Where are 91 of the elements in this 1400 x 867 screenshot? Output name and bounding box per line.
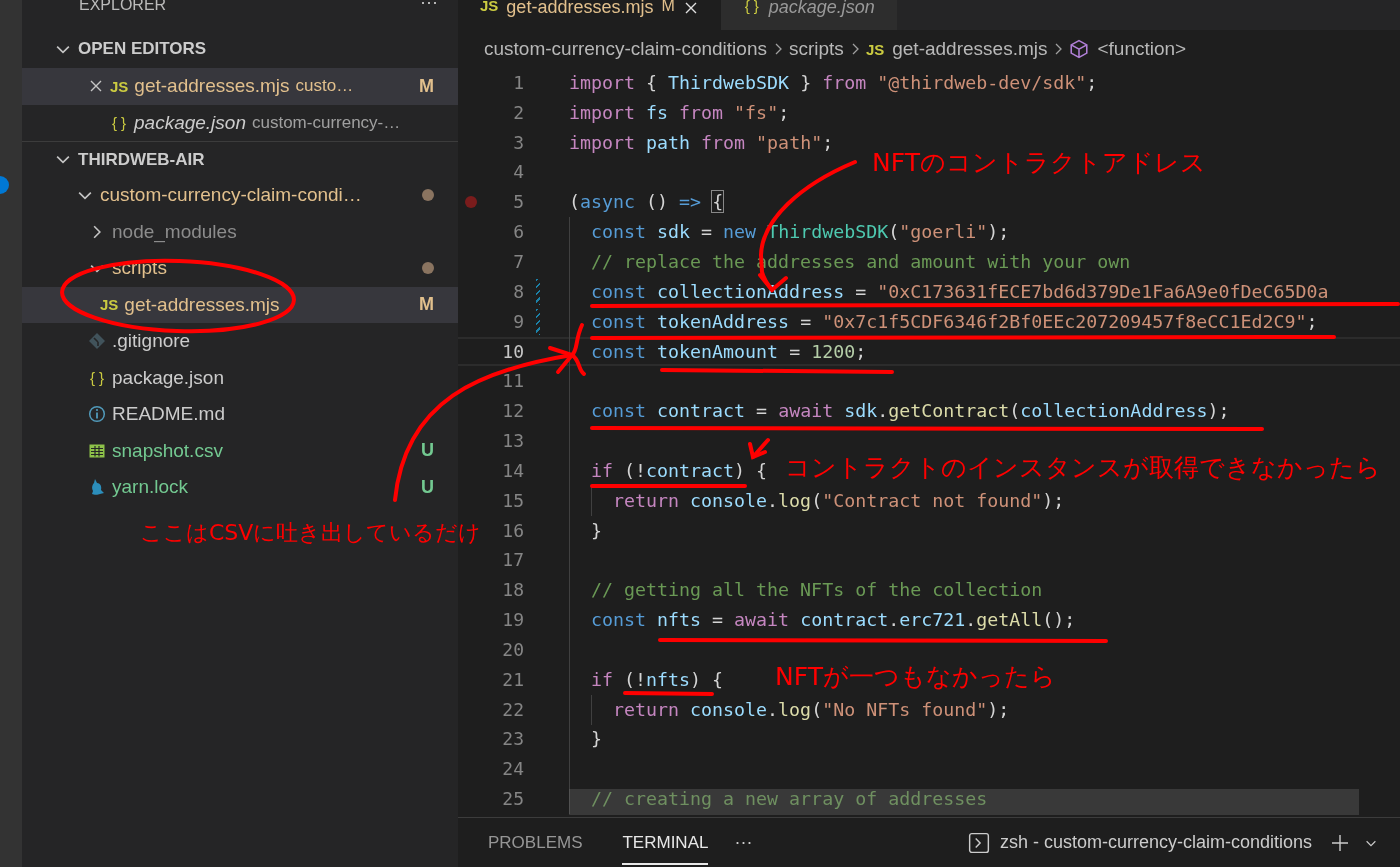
code-line: return console.log("Contract not found"); [613,488,1065,513]
git-status-label: U [421,440,434,462]
file-item[interactable]: snapshot.csv U [22,432,458,469]
breadcrumb-item[interactable]: <function> [1069,38,1187,60]
line-number: 3 [512,130,524,155]
annotation-note: コントラクトのインスタンスが取得できなかったら [785,453,1381,483]
panel-tab[interactable]: PROBLEMS [488,820,583,865]
line-number: 24 [501,757,524,782]
line-number: 12 [501,399,524,424]
line-number: 7 [512,250,524,274]
code-line: // getting all the NFTs of the collection [591,578,1043,603]
file-path: custom-currency-… [251,112,402,133]
line-number: 17 [501,548,524,573]
code-line: const nfts = await contract.erc721.getAll(); [591,608,1076,633]
code-line: return console.log("No NFTs found"); [613,697,1010,722]
file-item[interactable]: yarn.lock U [22,469,458,506]
folder-item[interactable]: custom-currency-claim-condi… [22,177,458,214]
line-number: 13 [501,429,524,454]
code-line: const contract = await sdk.getContract(collectionAddress); [591,399,1230,424]
git-status-label: M [661,0,675,15]
code-line: if (!contract) { [591,458,768,483]
line-number: 18 [501,578,524,603]
line-number: 10 [501,339,524,364]
file-type-icon: JS [480,0,499,14]
line-number: 4 [512,160,524,185]
line-number: 6 [512,220,524,245]
diamond-icon [88,332,106,351]
file-type-icon: { } [110,114,128,132]
git-status-label: U [421,476,434,498]
code-line: const tokenAmount = 1200; [591,339,867,364]
breadcrumb-item[interactable]: scripts [788,38,844,60]
code-line: if (!nfts) { [591,667,724,692]
line-number: 9 [512,309,524,334]
line-number: 11 [501,369,524,394]
add-icon[interactable] [1330,832,1350,853]
git-status-label: M [419,294,434,316]
section-header[interactable]: OPEN EDITORS [22,30,458,68]
code-line: const collectionAddress = "0xC173631fECE7bd6d379De1Fa6A9e0fDeC65D0a [591,279,1329,304]
code-line: import path from "path"; [569,130,834,155]
line-number: 20 [501,637,524,662]
line-number: 25 [501,787,524,812]
panel-tab[interactable]: TERMINAL [622,820,709,865]
file-path: custo… [295,76,355,97]
code-line: const tokenAddress = "0x7c1f5CDF6346f2Bf0EEc207209457f8eCC1Ed2C9"; [591,309,1318,334]
code-line: import { ThirdwebSDK } from "@thirdweb-dev/sdk"; [569,70,1098,95]
line-number: 15 [501,488,524,513]
line-number: 21 [501,667,524,692]
annotation-note: ここはCSVに吐き出しているだけ [140,519,482,547]
file-item[interactable]: README.md [22,396,458,433]
code-line: import fs from "fs"; [569,100,790,125]
breadcrumb-item[interactable]: custom-currency-claim-conditions [484,38,767,60]
more-actions-button[interactable]: ··· [420,0,438,13]
file-type-icon: JS [110,77,129,95]
annotation-arrow [748,438,770,460]
git-status-label: M [419,75,434,97]
chevron-icon [1053,41,1064,57]
editor-tab[interactable]: JS get-addresses.mjs M [458,0,721,30]
file-type-icon: JS [865,40,885,58]
line-number: 23 [501,727,524,752]
open-editor-item[interactable]: JS get-addresses.mjs custo… M [22,68,458,105]
line-number: 5 [512,190,524,215]
file-type-icon: { } [88,369,106,387]
line-number: 8 [512,279,524,304]
code-line: (async () => { [569,190,724,215]
line-number: 14 [501,458,524,483]
terminal-icon [967,831,990,854]
annotation-note: NFTのコントラクトアドレス [872,148,1206,178]
annotation-note: NFTが一つもなかったら [775,662,1056,692]
terminal-selector[interactable]: zsh - custom-currency-claim-conditions [967,831,1312,854]
section-header[interactable]: THIRDWEB-AIR [22,141,458,177]
file-type-icon: JS [100,296,119,314]
line-number: 16 [501,518,524,543]
file-item[interactable]: .gitignore [22,323,458,360]
folder-item[interactable]: node_modules [22,213,458,250]
line-number: 22 [501,697,524,722]
cube-icon [1069,39,1090,59]
file-item[interactable]: { } package.json [22,359,458,396]
line-number: 2 [512,100,524,125]
file-type-icon: { } [742,0,761,14]
breadcrumb-item[interactable]: JS get-addresses.mjs [865,38,1048,60]
code-line: } [591,727,602,752]
open-editor-item[interactable]: { } package.json custom-currency-… [22,104,458,141]
info-icon [88,405,106,424]
code-line: } [591,518,602,543]
line-number: 19 [501,608,524,633]
horizontal-scrollbar[interactable] [569,789,1359,815]
line-number: 1 [512,70,524,95]
editor-tab[interactable]: { } package.json [720,0,897,30]
code-line: // creating a new array of addresses [591,787,988,812]
file-item[interactable]: JS get-addresses.mjs M [22,286,458,323]
more-actions-button[interactable]: ··· [728,831,759,854]
